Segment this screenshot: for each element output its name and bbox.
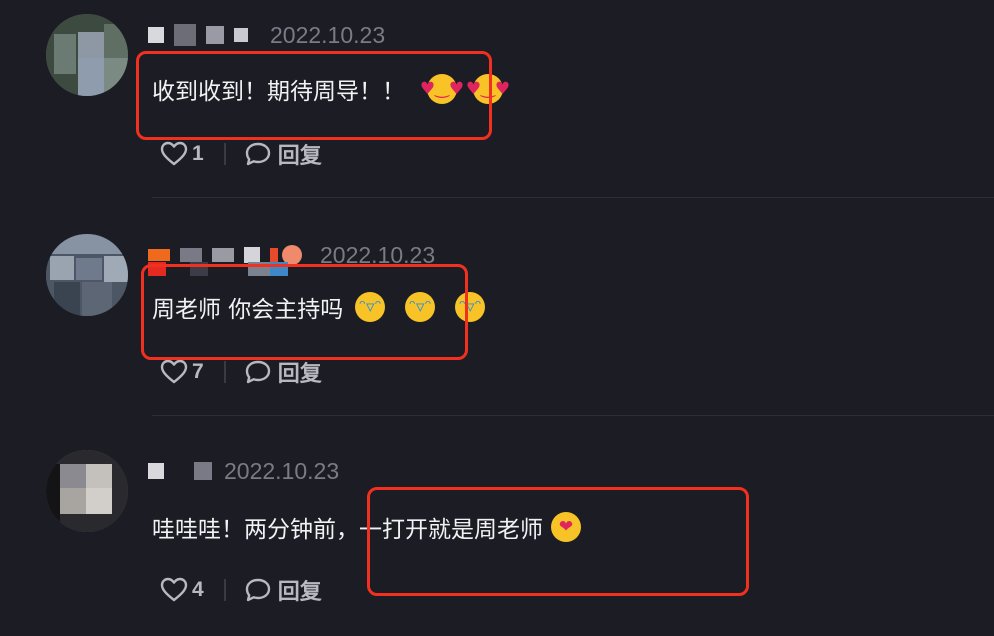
- reply-button[interactable]: 回复: [244, 138, 322, 170]
- comment-bubble-icon: [244, 141, 272, 167]
- heart-icon: [160, 359, 188, 385]
- avatar[interactable]: [46, 234, 128, 316]
- comment-actions: 7 回复: [160, 356, 322, 388]
- avatar[interactable]: [46, 450, 128, 532]
- reply-button[interactable]: 回复: [244, 356, 322, 388]
- reply-label: 回复: [277, 144, 322, 169]
- comment-actions: 4 回复: [160, 574, 322, 606]
- heart-icon: [160, 577, 188, 603]
- highlight-box: [141, 264, 468, 360]
- username-mosaic[interactable]: [148, 249, 170, 261]
- reply-button[interactable]: 回复: [244, 574, 322, 606]
- reply-label: 回复: [277, 362, 322, 387]
- comment-date: 2022.10.23: [224, 457, 340, 484]
- like-count: 4: [192, 578, 204, 601]
- avatar[interactable]: [46, 14, 128, 96]
- comment-divider: [152, 415, 994, 416]
- action-divider: [223, 143, 226, 165]
- heart-icon: [160, 141, 188, 167]
- comment-actions: 1 回复: [160, 138, 322, 170]
- like-button[interactable]: 4: [160, 577, 204, 603]
- like-button[interactable]: 7: [160, 359, 204, 385]
- comment-meta: 2022.10.23: [148, 456, 339, 486]
- action-divider: [223, 579, 226, 601]
- highlight-box: [136, 51, 492, 140]
- action-divider: [223, 361, 226, 383]
- comment-divider: [152, 197, 994, 198]
- like-button[interactable]: 1: [160, 141, 204, 167]
- comment-bubble-icon: [244, 577, 272, 603]
- comment-date: 2022.10.23: [270, 21, 386, 48]
- like-count: 1: [192, 142, 204, 165]
- comment-bubble-icon: [244, 359, 272, 385]
- username-mosaic[interactable]: [148, 463, 164, 479]
- comment-meta: 2022.10.23: [148, 20, 385, 50]
- highlight-box: [367, 487, 749, 596]
- like-count: 7: [192, 360, 204, 383]
- reply-label: 回复: [277, 580, 322, 605]
- username-mosaic[interactable]: [148, 27, 164, 43]
